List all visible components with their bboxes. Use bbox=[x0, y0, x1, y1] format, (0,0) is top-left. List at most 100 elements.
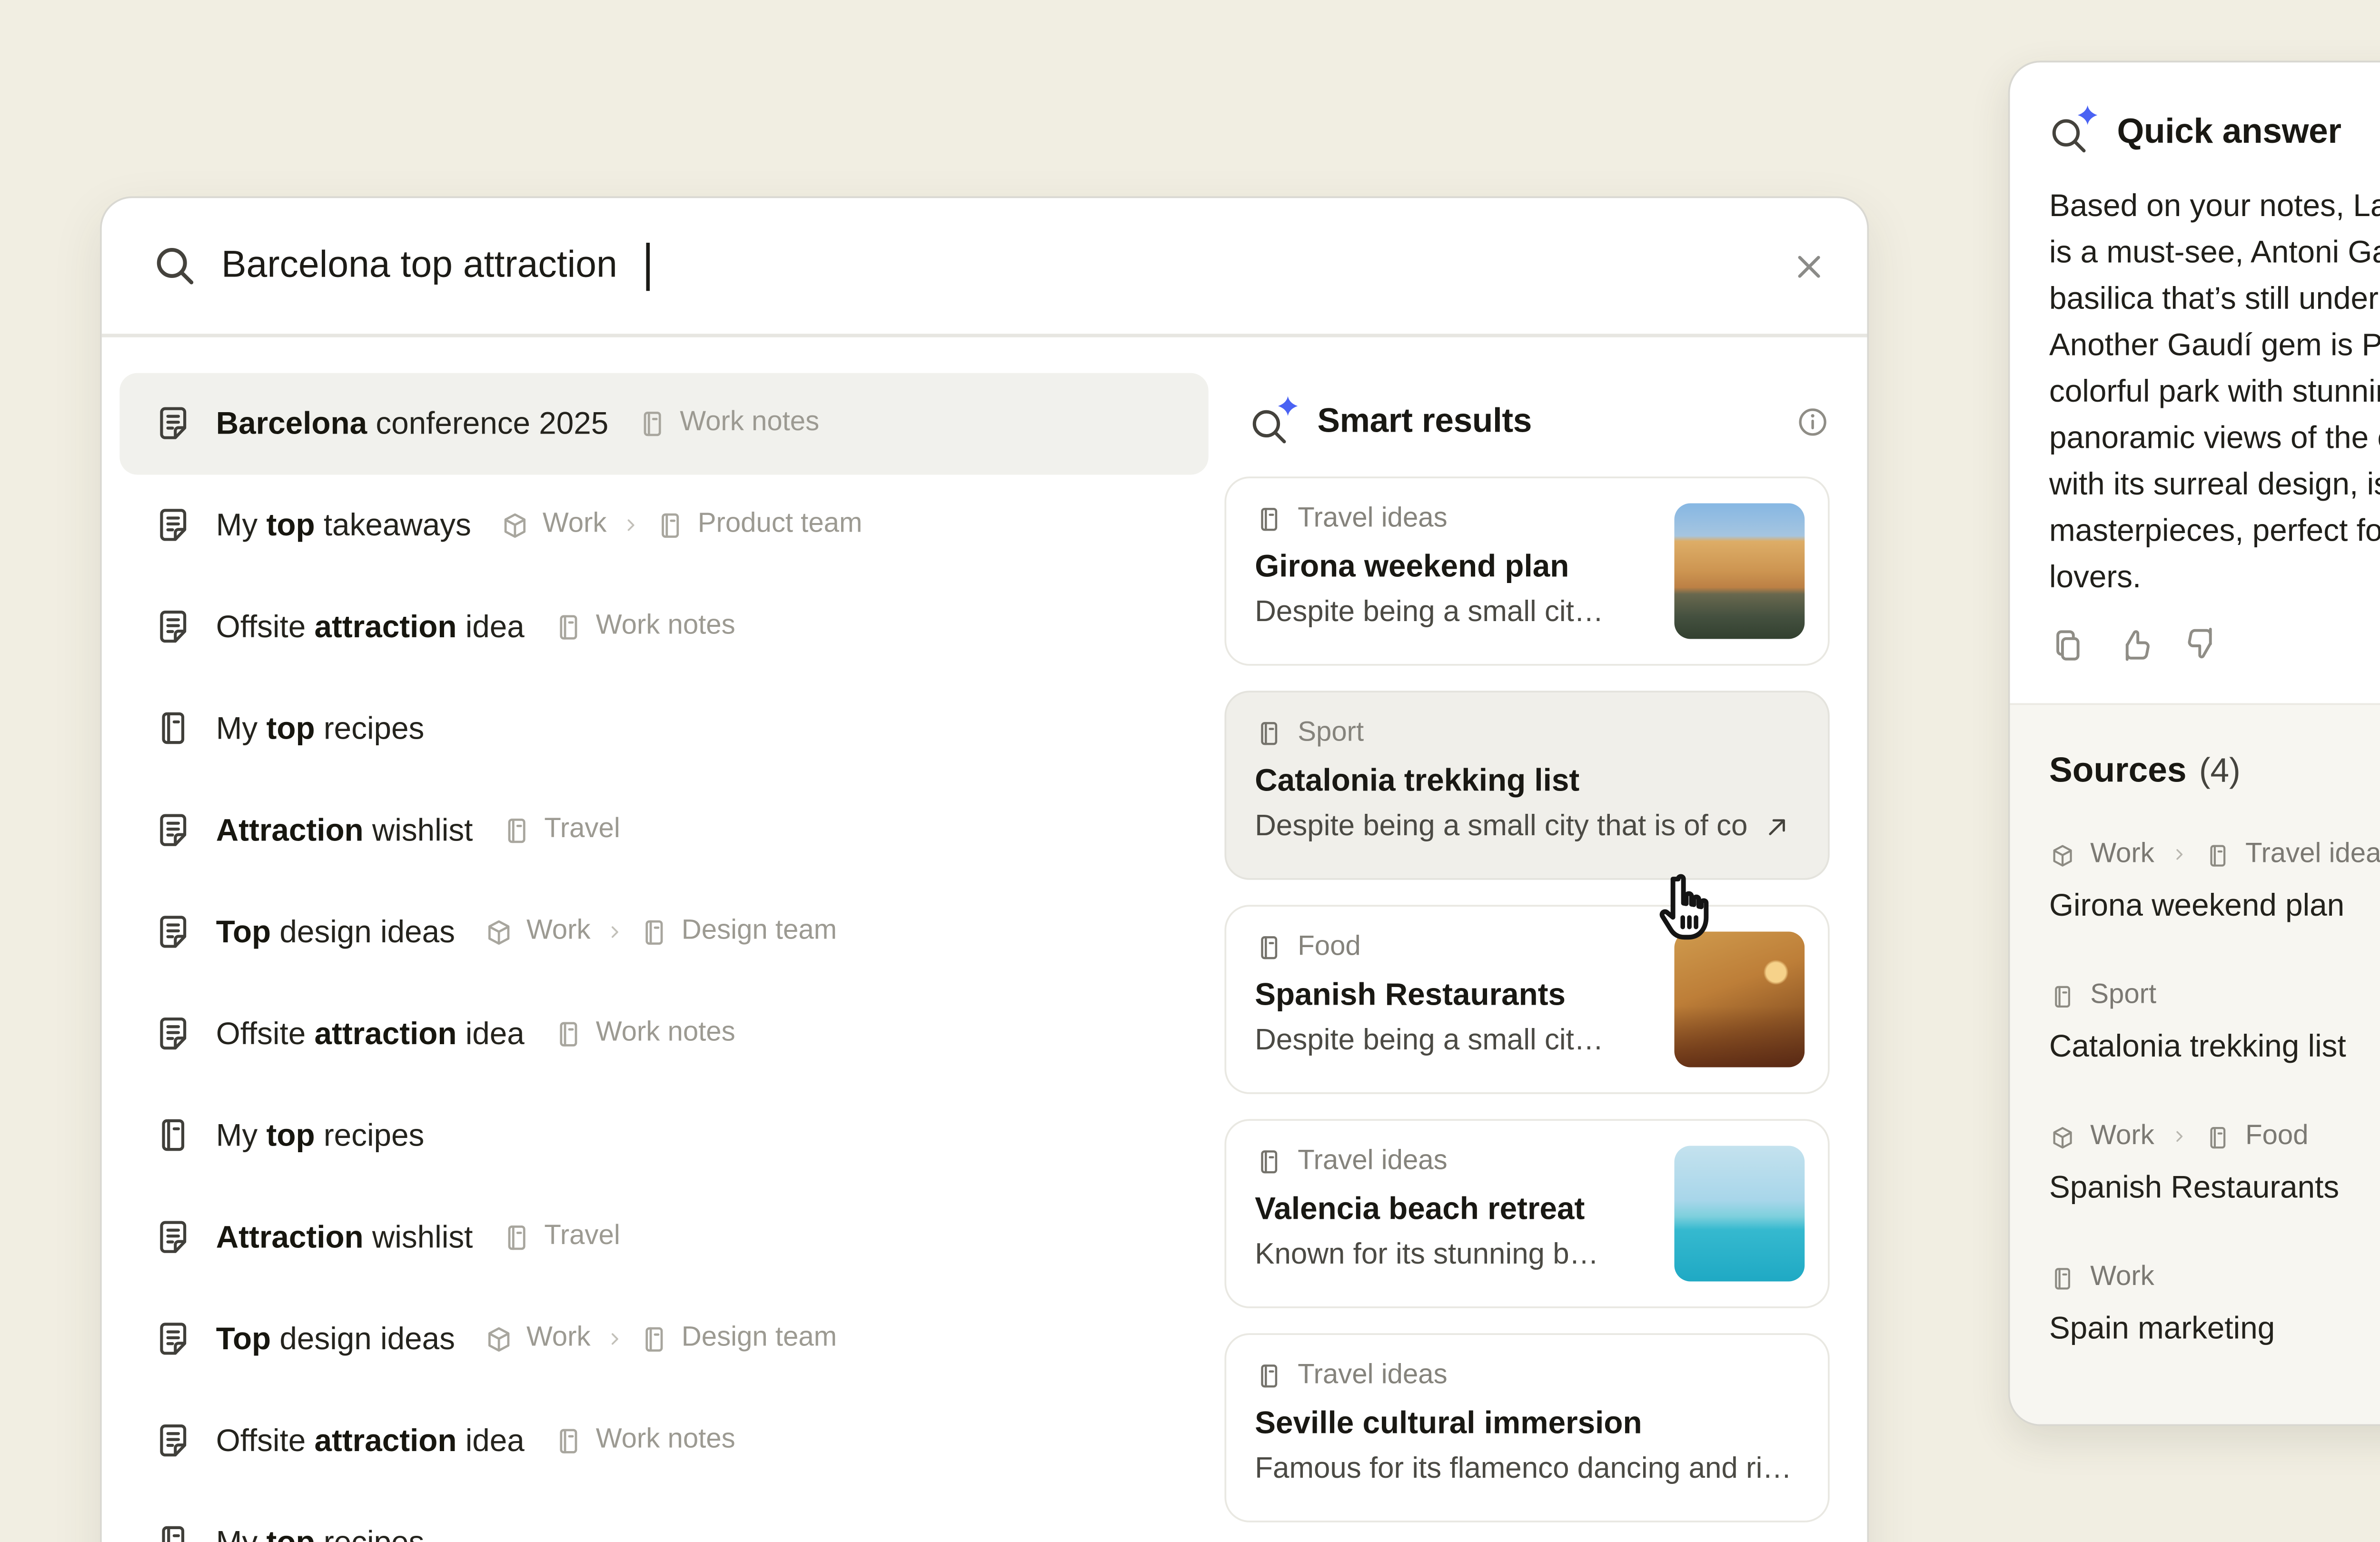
quick-answer-actions bbox=[2010, 626, 2380, 664]
chevron-right-icon bbox=[603, 920, 626, 943]
result-row[interactable]: My top recipes bbox=[119, 1491, 1209, 1542]
source-title: Catalonia trekking list bbox=[2049, 1028, 2380, 1066]
result-row[interactable]: My top recipes bbox=[119, 1084, 1209, 1186]
page-icon bbox=[1255, 504, 1283, 533]
source-breadcrumb: Sport bbox=[2049, 980, 2380, 1012]
quick-answer-panel: Quick answer Based on your notes, La Sag… bbox=[2008, 61, 2380, 1426]
source-breadcrumb: Work bbox=[2049, 1262, 2380, 1294]
result-location-badge: WorkDesign team bbox=[484, 916, 837, 948]
info-icon[interactable] bbox=[1796, 405, 1830, 439]
result-title: Offsite attraction idea bbox=[216, 1422, 525, 1459]
hand-cursor-icon bbox=[1642, 864, 1726, 953]
thumbs-up-icon[interactable] bbox=[2117, 626, 2155, 664]
note-icon bbox=[154, 912, 193, 951]
result-row[interactable]: Attraction wishlist Travel bbox=[119, 1186, 1209, 1288]
result-title: Top design ideas bbox=[216, 913, 455, 950]
card-category: Sport bbox=[1255, 717, 1799, 749]
card-description: Despite being a small city that is of co bbox=[1255, 810, 1799, 843]
result-row[interactable]: Offsite attraction idea Work notes bbox=[119, 982, 1209, 1084]
result-title: Top design ideas bbox=[216, 1320, 455, 1357]
source-title: Girona weekend plan bbox=[2049, 887, 2380, 925]
workspace-cube-icon bbox=[2049, 841, 2076, 868]
page-icon bbox=[637, 408, 667, 438]
search-input[interactable]: Barcelona top attraction bbox=[221, 245, 617, 287]
result-row[interactable]: Offsite attraction idea Work notes bbox=[119, 575, 1209, 677]
smart-result-card[interactable]: Travel ideas Seville cultural immersion … bbox=[1225, 1332, 1830, 1522]
source-item[interactable]: Work Food Spanish Restaurants bbox=[2049, 1121, 2380, 1206]
sources-header: Sources (4) bbox=[2049, 751, 2380, 792]
workspace-cube-icon bbox=[484, 917, 514, 947]
result-location-badge: WorkDesign team bbox=[484, 1323, 837, 1355]
quick-answer-title: Quick answer bbox=[2117, 111, 2341, 152]
result-title: Offsite attraction idea bbox=[216, 1015, 525, 1052]
result-row[interactable]: Offsite attraction idea Work notes bbox=[119, 1389, 1209, 1491]
result-row[interactable]: My top recipes bbox=[119, 677, 1209, 779]
source-item[interactable]: Work Spain marketing bbox=[2049, 1262, 2380, 1347]
result-title: Attraction wishlist bbox=[216, 811, 473, 849]
page-icon bbox=[2049, 1265, 2076, 1291]
page-icon bbox=[1255, 1361, 1283, 1389]
page-icon bbox=[1255, 718, 1283, 747]
page-icon bbox=[1255, 1147, 1283, 1175]
workspace-cube-icon bbox=[500, 510, 530, 540]
page-icon bbox=[1255, 932, 1283, 961]
smart-search-icon bbox=[1250, 399, 1296, 445]
search-bar[interactable]: Barcelona top attraction bbox=[102, 198, 1867, 334]
page-icon bbox=[655, 510, 685, 540]
result-location-badge: WorkProduct team bbox=[500, 509, 863, 541]
chevron-right-icon bbox=[619, 513, 643, 536]
smart-result-card[interactable]: Travel ideas Valencia beach retreat Know… bbox=[1225, 1118, 1830, 1307]
close-button[interactable] bbox=[1790, 247, 1828, 285]
source-title: Spain marketing bbox=[2049, 1310, 2380, 1348]
card-title: Girona weekend plan bbox=[1255, 547, 1642, 584]
result-title: My top takeaways bbox=[216, 506, 471, 544]
note-icon bbox=[154, 505, 193, 544]
result-location-badge: Work notes bbox=[637, 407, 819, 439]
sources-title: Sources bbox=[2049, 751, 2187, 792]
result-location-badge: Work notes bbox=[553, 1424, 735, 1457]
search-dropdown-panel: Barcelona top attraction Barcelona confe… bbox=[100, 197, 1869, 1542]
smart-result-card[interactable]: Sport Catalonia trekking list Despite be… bbox=[1225, 690, 1830, 879]
thumbs-down-icon[interactable] bbox=[2185, 626, 2222, 664]
note-icon bbox=[154, 1217, 193, 1257]
result-row[interactable]: Attraction wishlist Travel bbox=[119, 779, 1209, 881]
result-title: My top recipes bbox=[216, 1523, 425, 1542]
card-category: Travel ideas bbox=[1255, 1359, 1799, 1392]
result-location-badge: Travel bbox=[501, 814, 620, 846]
page-icon bbox=[639, 917, 669, 947]
page-icon bbox=[2049, 982, 2076, 1009]
result-title: My top recipes bbox=[216, 1117, 425, 1154]
result-title: Attraction wishlist bbox=[216, 1218, 473, 1255]
card-title: Spanish Restaurants bbox=[1255, 975, 1642, 1013]
chevron-right-icon bbox=[603, 1327, 626, 1350]
page-icon bbox=[154, 1522, 193, 1542]
search-icon bbox=[154, 245, 197, 287]
source-breadcrumb: Work Food bbox=[2049, 1121, 2380, 1153]
card-category: Travel ideas bbox=[1255, 503, 1642, 535]
page-icon bbox=[553, 1425, 584, 1455]
result-location-badge: Work notes bbox=[553, 611, 735, 643]
result-row[interactable]: Barcelona conference 2025 Work notes bbox=[119, 372, 1209, 474]
result-row[interactable]: Top design ideas WorkDesign team bbox=[119, 1288, 1209, 1390]
chevron-right-icon bbox=[2169, 844, 2190, 866]
result-location-badge: Work notes bbox=[553, 1018, 735, 1050]
result-row[interactable]: My top takeaways WorkProduct team bbox=[119, 474, 1209, 576]
page-icon bbox=[639, 1324, 669, 1354]
smart-result-card[interactable]: Food Spanish Restaurants Despite being a… bbox=[1225, 904, 1830, 1093]
result-title: My top recipes bbox=[216, 710, 425, 747]
smart-results-section: Smart results Travel ideas Girona weeken… bbox=[1219, 372, 1830, 1542]
workspace-cube-icon bbox=[2049, 1124, 2076, 1150]
quick-answer-text: Based on your notes, La Sagrada Família … bbox=[2010, 182, 2380, 600]
app-window: Barcelona top attraction Barcelona confe… bbox=[0, 0, 2380, 1542]
copy-icon[interactable] bbox=[2049, 626, 2087, 664]
result-row[interactable]: Top design ideas WorkDesign team bbox=[119, 881, 1209, 983]
result-location-badge: Travel bbox=[501, 1221, 620, 1253]
source-item[interactable]: Sport Catalonia trekking list bbox=[2049, 980, 2380, 1066]
quick-answer-icon bbox=[2049, 109, 2096, 156]
note-icon bbox=[154, 1014, 193, 1053]
source-item[interactable]: Work Travel ideas Girona weekend plan bbox=[2049, 839, 2380, 925]
smart-result-card[interactable]: Travel ideas Girona weekend plan Despite… bbox=[1225, 475, 1830, 665]
page-icon bbox=[2204, 1124, 2231, 1150]
page-icon bbox=[154, 709, 193, 748]
workspace-cube-icon bbox=[484, 1324, 514, 1354]
